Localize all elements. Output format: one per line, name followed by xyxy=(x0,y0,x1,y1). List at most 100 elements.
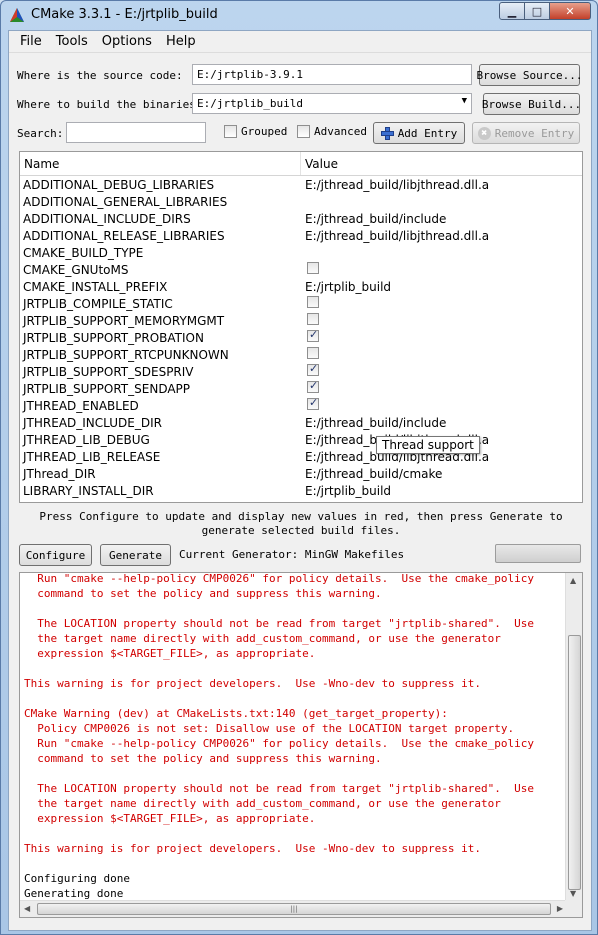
entry-value[interactable]: E:/jthread_build/libjthread.dll.a xyxy=(301,178,489,192)
table-body: ADDITIONAL_DEBUG_LIBRARIES E:/jthread_bui… xyxy=(20,176,582,499)
menu-help[interactable]: Help xyxy=(159,34,203,49)
table-row[interactable]: JRTPLIB_SUPPORT_RTCPUNKNOWN xyxy=(20,346,582,363)
entry-name: ADDITIONAL_DEBUG_LIBRARIES xyxy=(23,177,215,192)
add-entry-button[interactable]: Add Entry xyxy=(373,122,465,144)
advanced-checkbox-box[interactable] xyxy=(297,125,310,138)
entry-checkbox[interactable] xyxy=(307,328,319,342)
table-row[interactable]: JThread_DIR E:/jthread_build/cmake xyxy=(20,465,582,482)
table-row[interactable]: ADDITIONAL_DEBUG_LIBRARIES E:/jthread_bui… xyxy=(20,176,582,193)
browse-source-button[interactable]: Browse Source... xyxy=(477,64,582,86)
configure-hint: Press Configure to update and display ne… xyxy=(39,510,563,537)
entry-name: ADDITIONAL_RELEASE_LIBRARIES xyxy=(23,228,225,243)
log-line: Run "cmake --help-policy CMP0026" for po… xyxy=(24,737,534,750)
table-row[interactable]: ADDITIONAL_GENERAL_LIBRARIES xyxy=(20,193,582,210)
table-row[interactable]: JRTPLIB_SUPPORT_PROBATION xyxy=(20,328,582,346)
entry-name: JTHREAD_LIB_RELEASE xyxy=(23,449,161,464)
scroll-corner xyxy=(565,900,582,917)
generate-button[interactable]: Generate xyxy=(100,544,171,566)
log-line: command to set the policy and suppress t… xyxy=(24,752,382,765)
log-line: This warning is for project developers. … xyxy=(24,677,481,690)
entry-value[interactable]: E:/jrtplib_build xyxy=(301,280,391,294)
output-log[interactable]: Run "cmake --help-policy CMP0026" for po… xyxy=(19,572,583,918)
entry-name: JRTPLIB_SUPPORT_PROBATION xyxy=(23,330,204,345)
vertical-scrollbar[interactable]: ▲ ▼ xyxy=(565,573,582,901)
table-row[interactable]: ADDITIONAL_INCLUDE_DIRS E:/jthread_build/… xyxy=(20,210,582,227)
table-row[interactable]: CMAKE_BUILD_TYPE xyxy=(20,244,582,261)
table-row[interactable]: JRTPLIB_SUPPORT_SDESPRIV xyxy=(20,362,582,380)
entry-name: JRTPLIB_SUPPORT_MEMORYMGMT xyxy=(23,313,225,328)
grouped-label: Grouped xyxy=(241,125,288,138)
grouped-checkbox-box[interactable] xyxy=(224,125,237,138)
entry-name: JThread_DIR xyxy=(23,466,96,481)
log-line: expression $<TARGET_FILE>, as appropriat… xyxy=(24,812,316,825)
entry-checkbox[interactable] xyxy=(307,262,319,274)
source-label: Where is the source code: xyxy=(17,69,183,82)
entry-checkbox[interactable] xyxy=(307,379,319,393)
table-row[interactable]: ADDITIONAL_RELEASE_LIBRARIES E:/jthread_b… xyxy=(20,227,582,244)
log-line: Run "cmake --help-policy CMP0026" for po… xyxy=(24,572,534,585)
entry-checkbox[interactable] xyxy=(307,296,319,308)
table-row[interactable]: JRTPLIB_COMPILE_STATIC xyxy=(20,295,582,312)
table-row[interactable]: CMAKE_INSTALL_PREFIX E:/jrtplib_build xyxy=(20,278,582,295)
entry-checkbox-cell xyxy=(301,262,319,277)
entry-checkbox[interactable] xyxy=(307,347,319,359)
search-label: Search: xyxy=(17,127,64,140)
entry-checkbox-cell xyxy=(301,362,319,379)
table-row[interactable]: JTHREAD_LIB_RELEASE E:/jthread_build/libj… xyxy=(20,448,582,465)
scroll-up-icon[interactable]: ▲ xyxy=(570,576,576,585)
log-line: The LOCATION property should not be read… xyxy=(24,617,534,630)
maximize-icon: □ xyxy=(531,4,543,18)
menu-options[interactable]: Options xyxy=(95,34,159,49)
entry-value[interactable]: E:/jrtplib_build xyxy=(301,484,391,498)
source-path-field[interactable]: E:/jrtplib-3.9.1 xyxy=(192,64,472,85)
scroll-left-icon[interactable]: ◀ xyxy=(24,904,30,913)
dropdown-arrow-icon[interactable]: ▼ xyxy=(462,96,467,106)
menu-tools[interactable]: Tools xyxy=(49,34,95,49)
value-column-header[interactable]: Value xyxy=(301,152,342,175)
close-icon: ✕ xyxy=(565,4,575,18)
log-text: Run "cmake --help-policy CMP0026" for po… xyxy=(24,572,564,901)
main-panel: File Tools Options Help Where is the sou… xyxy=(8,30,592,931)
grouped-checkbox[interactable]: Grouped xyxy=(224,125,287,138)
entry-value[interactable]: E:/jthread_build/include xyxy=(301,416,446,430)
table-row[interactable]: CMAKE_GNUtoMS xyxy=(20,261,582,278)
browse-build-button[interactable]: Browse Build... xyxy=(482,93,581,115)
progress-bar xyxy=(495,544,581,563)
close-button[interactable]: ✕ xyxy=(549,2,591,20)
table-row[interactable]: LIBRARY_INSTALL_DIR E:/jrtplib_build xyxy=(20,482,582,499)
remove-entry-button[interactable]: ✖ Remove Entry xyxy=(472,122,580,144)
build-path-combo[interactable]: E:/jrtplib_build ▼ xyxy=(192,93,472,114)
entry-value[interactable]: E:/jthread_build/include xyxy=(301,212,446,226)
entry-checkbox[interactable] xyxy=(307,396,319,410)
horizontal-scrollbar[interactable]: ◀ ||| ▶ xyxy=(20,900,567,917)
maximize-button[interactable]: □ xyxy=(524,2,550,20)
name-column-header[interactable]: Name xyxy=(20,152,301,175)
advanced-checkbox[interactable]: Advanced xyxy=(297,125,367,138)
scroll-right-icon[interactable]: ▶ xyxy=(557,904,563,913)
entry-name: ADDITIONAL_INCLUDE_DIRS xyxy=(23,211,191,226)
menu-bar: File Tools Options Help xyxy=(9,31,591,53)
menu-file[interactable]: File xyxy=(13,34,49,49)
table-row[interactable]: JTHREAD_ENABLED xyxy=(20,396,582,414)
scroll-down-icon[interactable]: ▼ xyxy=(570,889,576,898)
minimize-button[interactable]: ▁ xyxy=(499,2,525,20)
table-row[interactable]: JRTPLIB_SUPPORT_MEMORYMGMT xyxy=(20,312,582,329)
configure-button[interactable]: Configure xyxy=(19,544,92,566)
entry-checkbox-cell xyxy=(301,296,319,311)
table-row[interactable]: JRTPLIB_SUPPORT_SENDAPP xyxy=(20,379,582,397)
tooltip: Thread support xyxy=(376,436,480,454)
entry-checkbox[interactable] xyxy=(307,362,319,376)
search-input[interactable] xyxy=(66,122,206,143)
vertical-scroll-thumb[interactable] xyxy=(568,635,581,890)
entry-checkbox[interactable] xyxy=(307,313,319,325)
entry-value[interactable]: E:/jthread_build/libjthread.dll.a xyxy=(301,229,489,243)
table-row[interactable]: JTHREAD_INCLUDE_DIR E:/jthread_build/incl… xyxy=(20,414,582,431)
horizontal-scroll-thumb[interactable]: ||| xyxy=(37,903,551,915)
log-line: the target name directly with add_custom… xyxy=(24,632,501,645)
entry-value[interactable]: E:/jthread_build/cmake xyxy=(301,467,442,481)
title-bar[interactable]: CMake 3.3.1 - E:/jrtplib_build ▁ □ ✕ xyxy=(1,1,597,29)
table-row[interactable]: JTHREAD_LIB_DEBUGE:/jthread_build/libjth… xyxy=(20,431,582,448)
